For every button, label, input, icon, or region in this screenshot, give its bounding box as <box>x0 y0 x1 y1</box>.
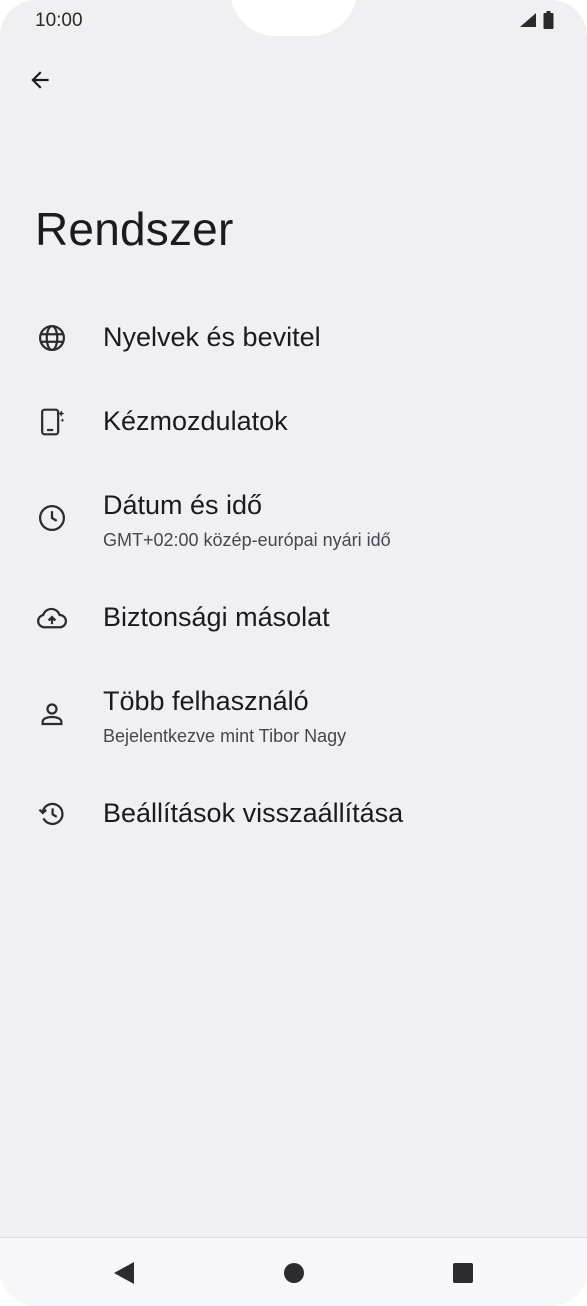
status-bar: 10:00 <box>0 0 587 40</box>
nav-home-icon <box>284 1263 304 1283</box>
settings-item-title: Kézmozdulatok <box>103 406 288 436</box>
back-button[interactable] <box>22 62 58 98</box>
settings-item-subtitle: GMT+02:00 közép-európai nyári idő <box>103 530 391 550</box>
cloud-upload-icon <box>36 602 68 634</box>
arrow-left-icon <box>31 71 49 89</box>
nav-recents-icon <box>453 1263 473 1283</box>
settings-item-languages[interactable]: Nyelvek és bevitel <box>0 306 587 370</box>
status-time: 10:00 <box>35 10 83 31</box>
signal-icon <box>520 13 536 27</box>
clock-icon <box>36 502 68 534</box>
settings-item-date-time[interactable]: Dátum és idő GMT+02:00 közép-európai nyá… <box>0 474 587 570</box>
device-screen: 10:00 Rendszer Nyelvek és bevitel Kézmoz… <box>0 0 587 1306</box>
nav-back-icon <box>114 1262 134 1284</box>
settings-item-subtitle: Bejelentkezve mint Tibor Nagy <box>103 726 347 746</box>
nav-home-button[interactable] <box>281 1260 307 1286</box>
battery-icon <box>543 11 554 29</box>
settings-item-backup[interactable]: Biztonsági másolat <box>0 586 587 650</box>
globe-icon <box>36 322 68 354</box>
settings-item-users[interactable]: Több felhasználó Bejelentkezve mint Tibo… <box>0 670 587 766</box>
settings-item-reset[interactable]: Beállítások visszaállítása <box>0 782 587 846</box>
person-icon <box>36 698 68 730</box>
settings-item-title: Beállítások visszaállítása <box>103 798 404 828</box>
nav-back-button[interactable] <box>111 1260 137 1286</box>
phone-gesture-icon <box>36 406 68 438</box>
settings-item-title: Dátum és idő <box>103 490 263 520</box>
system-nav-bar <box>0 1237 587 1306</box>
settings-item-title: Nyelvek és bevitel <box>103 322 321 352</box>
settings-item-title: Több felhasználó <box>103 686 309 716</box>
status-icons <box>519 11 554 29</box>
settings-item-gestures[interactable]: Kézmozdulatok <box>0 390 587 454</box>
nav-recents-button[interactable] <box>450 1260 476 1286</box>
settings-item-title: Biztonsági másolat <box>103 602 330 632</box>
history-icon <box>36 798 68 830</box>
page-title: Rendszer <box>35 203 234 255</box>
